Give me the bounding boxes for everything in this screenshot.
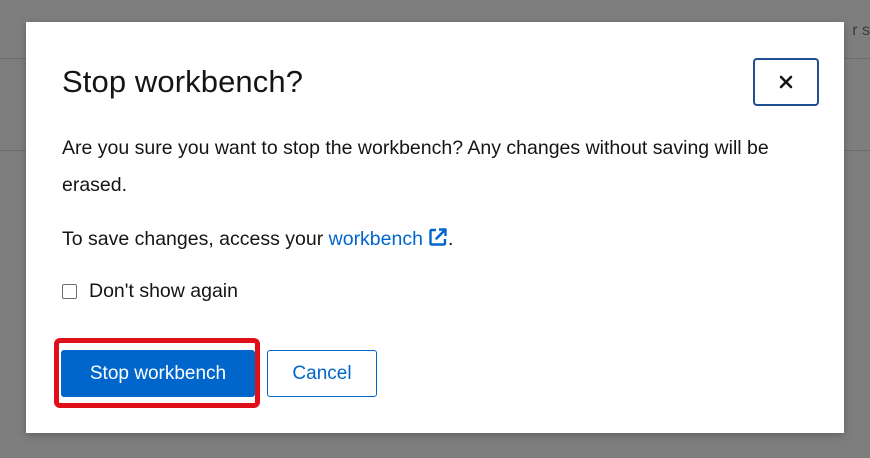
close-icon: [779, 75, 793, 89]
access-suffix: .: [447, 228, 454, 250]
workbench-link-label: workbench: [328, 228, 423, 250]
background-text-fragment: r s: [852, 22, 870, 39]
stop-workbench-modal: Stop workbench? Are you sure you want to…: [26, 22, 844, 433]
workbench-link[interactable]: workbench: [329, 228, 448, 250]
stop-workbench-button[interactable]: Stop workbench: [61, 350, 255, 397]
dont-show-again-label: Don't show again: [89, 280, 238, 302]
dont-show-again-row[interactable]: Don't show again: [62, 280, 238, 303]
close-button[interactable]: [753, 58, 819, 106]
external-link-icon: [428, 223, 448, 260]
access-workbench-line: To save changes, access your workbench .: [62, 221, 453, 260]
access-prefix: To save changes, access your: [62, 228, 329, 250]
modal-title: Stop workbench?: [62, 64, 304, 99]
modal-message: Are you sure you want to stop the workbe…: [62, 137, 769, 196]
cancel-button[interactable]: Cancel: [267, 350, 377, 397]
dont-show-again-checkbox[interactable]: [62, 284, 77, 299]
